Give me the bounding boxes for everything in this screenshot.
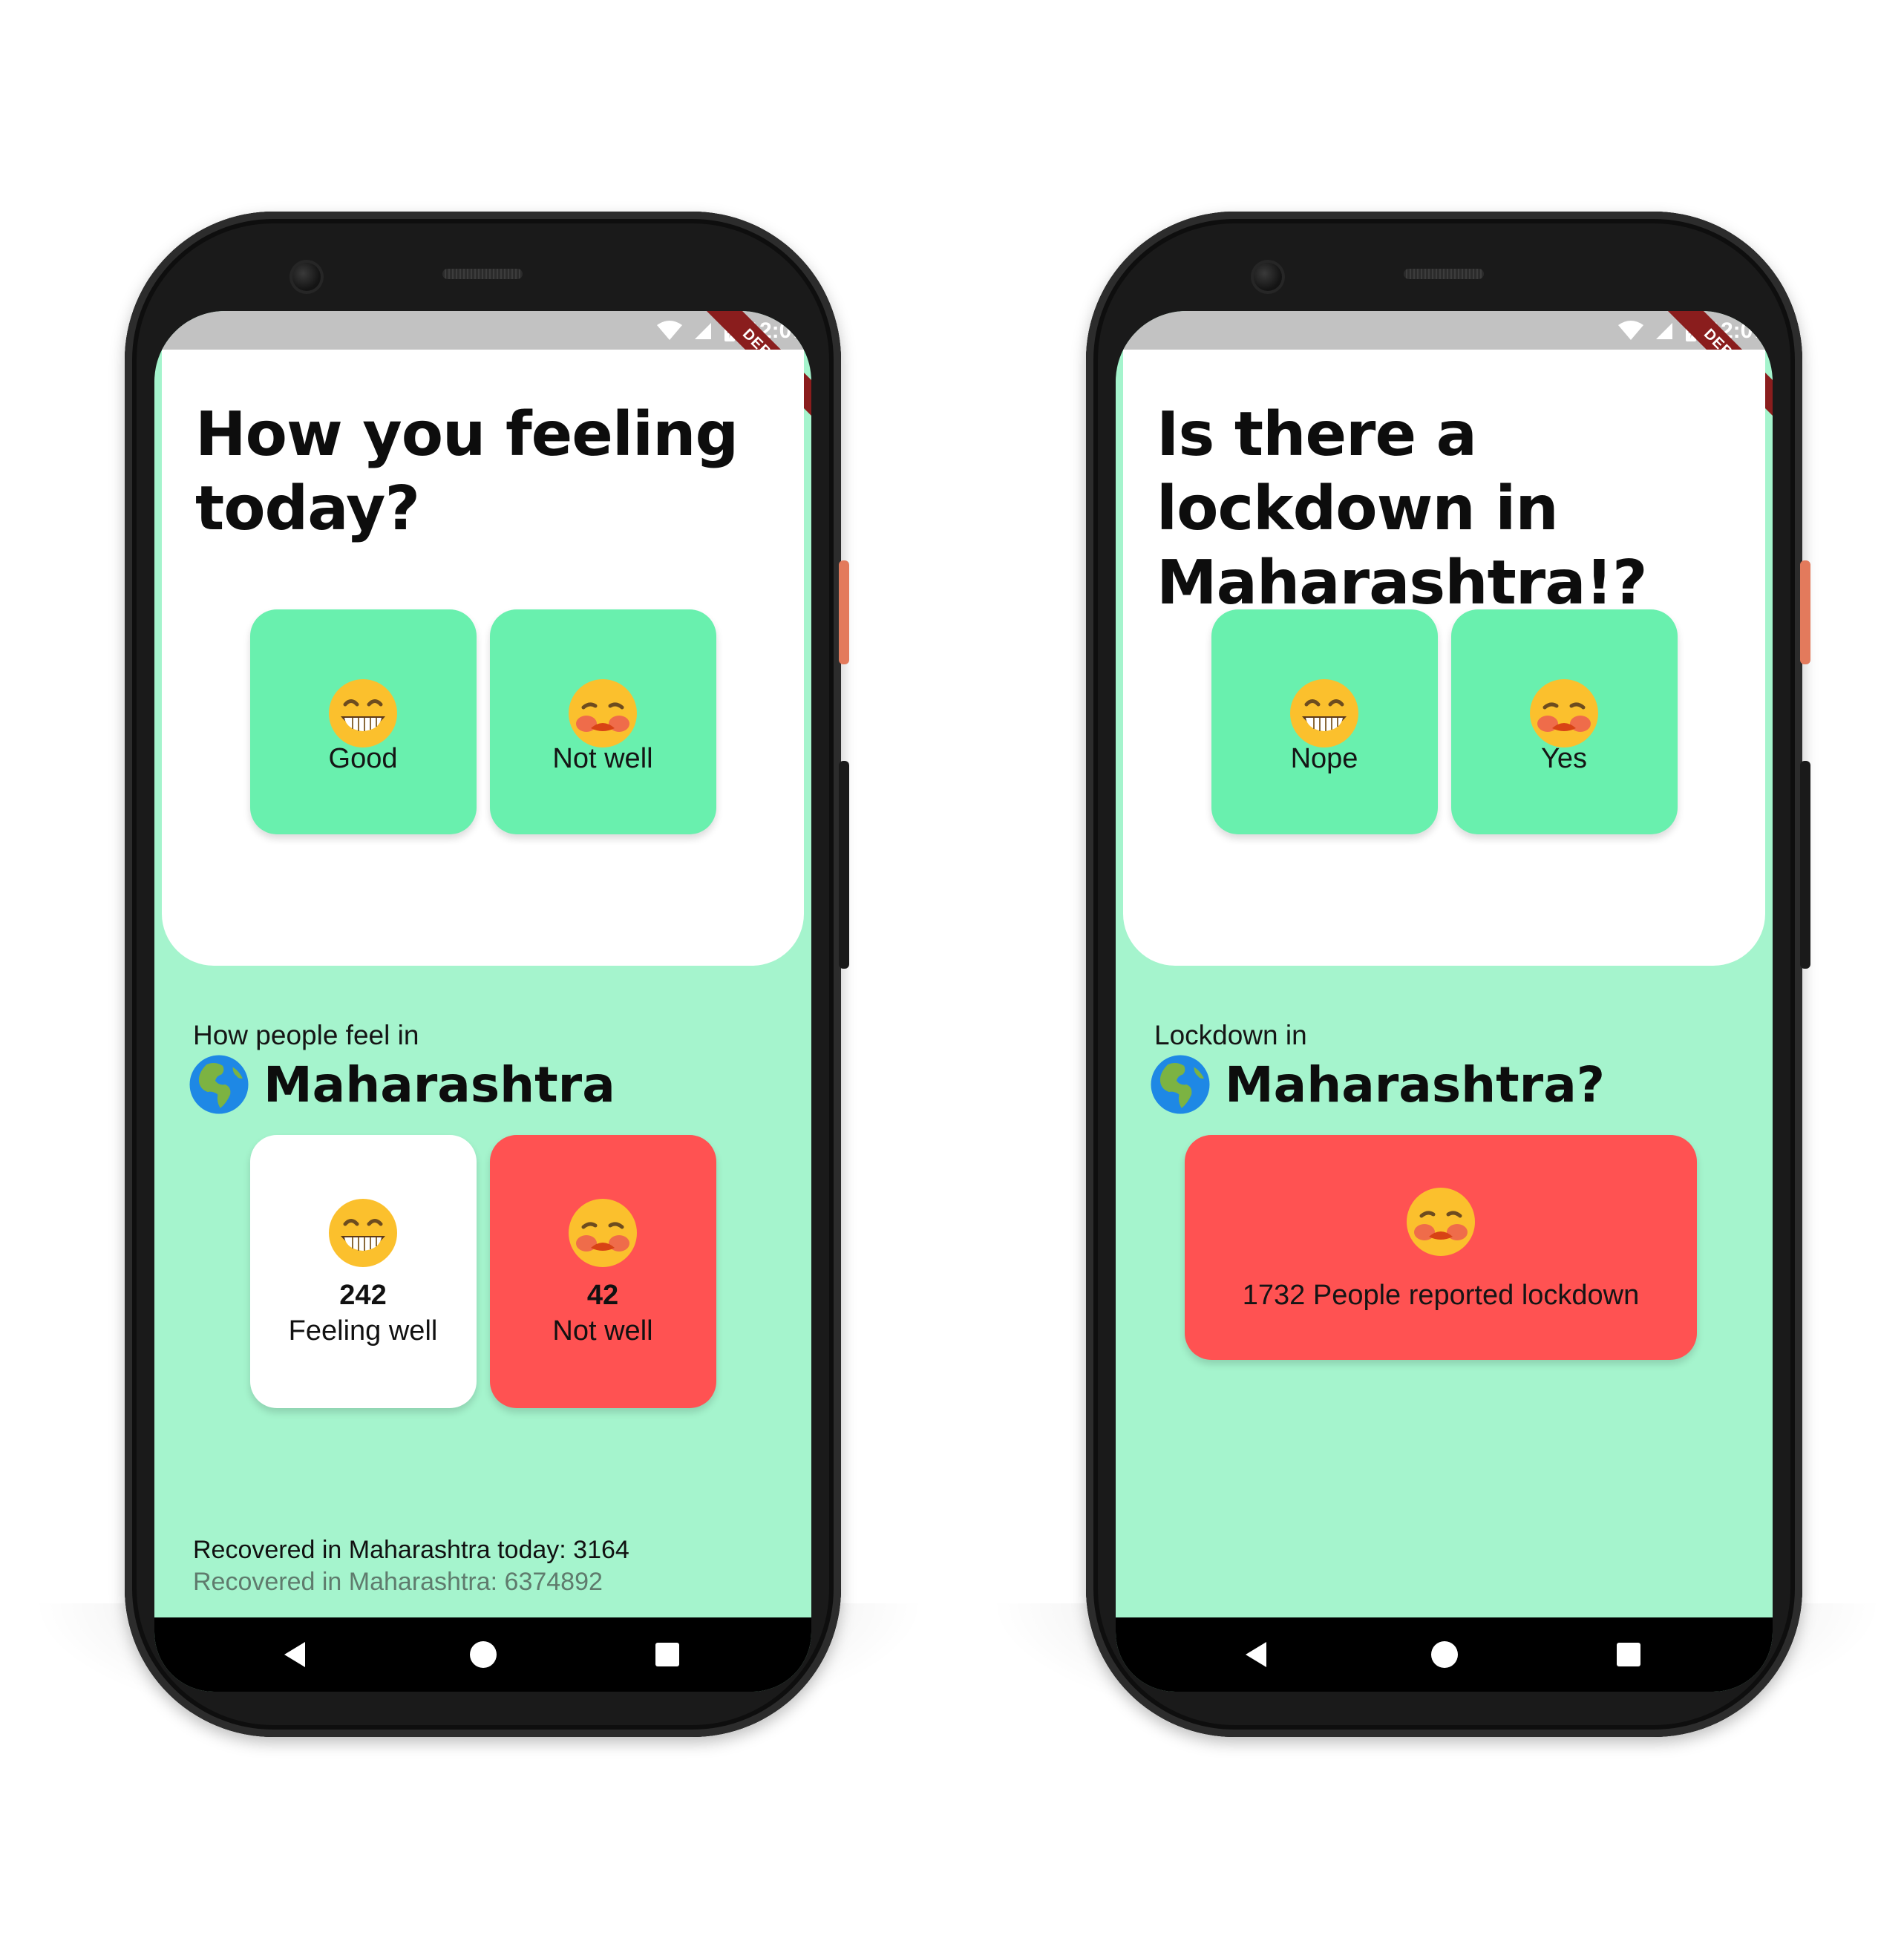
- good-button-label: Good: [328, 743, 398, 774]
- system-nav-bar: [1116, 1617, 1773, 1692]
- worried-face-icon: [1404, 1183, 1478, 1257]
- yes-button[interactable]: Yes: [1450, 609, 1678, 834]
- app-screen: 12:07 DEBUG Is there a lockdown in Mahar…: [1116, 311, 1773, 1692]
- status-bar: 12:07 DEBUG: [154, 311, 811, 429]
- nope-button-label: Nope: [1290, 743, 1358, 774]
- region-heading: Maharashtra: [188, 1053, 615, 1116]
- answer-buttons: Nope Yes: [1123, 609, 1765, 834]
- front-camera: [1251, 260, 1285, 294]
- feeling-well-count: 242: [339, 1280, 387, 1311]
- good-button[interactable]: Good: [249, 609, 477, 834]
- earpiece-speaker: [1404, 269, 1484, 279]
- region-name: Maharashtra: [264, 1056, 615, 1113]
- volume-button: [1800, 761, 1810, 969]
- recents-icon[interactable]: [1617, 1643, 1640, 1666]
- lockdown-report-label: 1732 People reported lockdown: [1242, 1280, 1640, 1311]
- not-well-count: 42: [586, 1280, 619, 1311]
- home-icon[interactable]: [470, 1641, 497, 1668]
- question-card: How you feeling today? Good Not well: [162, 350, 804, 966]
- region-name: Maharashtra?: [1225, 1056, 1606, 1113]
- not-well-label: Not well: [552, 1315, 653, 1347]
- answer-buttons: Good Not well: [162, 609, 804, 834]
- feeling-well-label: Feeling well: [288, 1315, 438, 1347]
- question-card: Is there a lockdown in Maharashtra!? Nop…: [1123, 350, 1765, 966]
- yes-button-label: Yes: [1541, 743, 1587, 774]
- page-title: How you feeling today?: [195, 399, 739, 544]
- worried-face-icon: [566, 675, 640, 749]
- power-button: [839, 560, 849, 664]
- recovered-total-text: Recovered in Maharashtra: 6374892: [193, 1568, 603, 1596]
- back-icon[interactable]: [1246, 1642, 1266, 1667]
- recents-icon[interactable]: [655, 1643, 679, 1666]
- grinning-face-icon: [326, 1194, 400, 1269]
- back-icon[interactable]: [284, 1642, 305, 1667]
- globe-icon: [1149, 1053, 1211, 1116]
- volume-button: [839, 761, 849, 969]
- feeling-stats: 242 Feeling well 42 Not well: [154, 1135, 811, 1408]
- app-screen: 12:07 DEBUG How you feeling today? Good …: [154, 311, 811, 1692]
- earpiece-speaker: [442, 269, 523, 279]
- front-camera: [289, 260, 324, 294]
- status-bar: 12:07 DEBUG: [1116, 311, 1773, 429]
- nope-button[interactable]: Nope: [1211, 609, 1438, 834]
- not-well-button[interactable]: Not well: [489, 609, 716, 834]
- wifi-icon: [1618, 321, 1644, 340]
- section-subtitle: Lockdown in: [1154, 1020, 1307, 1050]
- signal-icon: [695, 323, 712, 339]
- page-title: Is there a lockdown in Maharashtra!?: [1157, 399, 1648, 618]
- system-nav-bar: [154, 1617, 811, 1692]
- lockdown-report-card: 1732 People reported lockdown: [1185, 1135, 1697, 1360]
- worried-face-icon: [566, 1194, 640, 1269]
- grinning-face-icon: [326, 675, 400, 749]
- not-well-stat: 42 Not well: [489, 1135, 716, 1408]
- phone-feeling: 12:07 DEBUG How you feeling today? Good …: [125, 212, 849, 1737]
- home-icon[interactable]: [1431, 1641, 1458, 1668]
- power-button: [1800, 560, 1810, 664]
- globe-icon: [188, 1053, 250, 1116]
- section-subtitle: How people feel in: [193, 1020, 419, 1050]
- recovered-today-text: Recovered in Maharashtra today: 3164: [193, 1536, 629, 1564]
- signal-icon: [1656, 323, 1673, 339]
- region-heading: Maharashtra?: [1149, 1053, 1605, 1116]
- not-well-button-label: Not well: [552, 743, 653, 774]
- wifi-icon: [657, 321, 683, 340]
- feeling-well-stat: 242 Feeling well: [249, 1135, 477, 1408]
- grinning-face-icon: [1287, 675, 1361, 749]
- phone-lockdown: 12:07 DEBUG Is there a lockdown in Mahar…: [1086, 212, 1810, 1737]
- worried-face-icon: [1527, 675, 1601, 749]
